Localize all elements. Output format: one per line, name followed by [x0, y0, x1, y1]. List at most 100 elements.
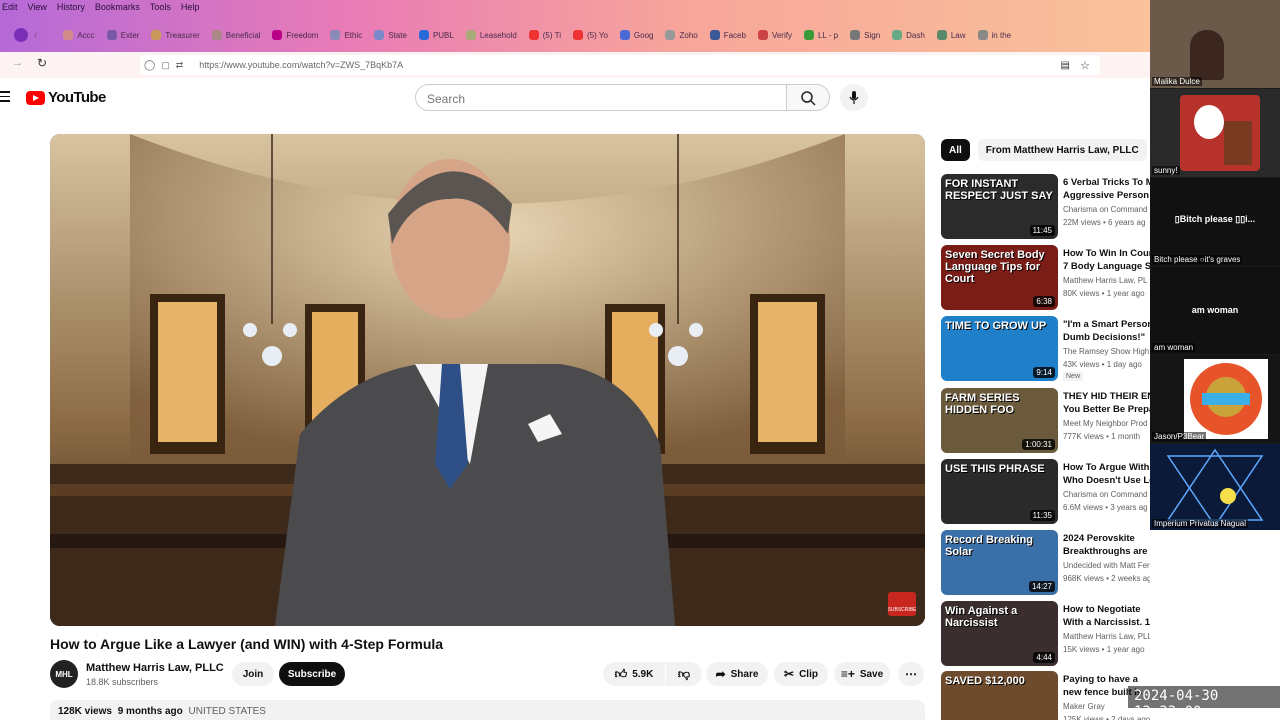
recommendation-thumbnail[interactable]: Win Against a Narcissist 4:44	[941, 601, 1058, 666]
shield-icon[interactable]: ◯	[144, 60, 155, 71]
participant-tile[interactable]: ▯Bitch please ▯▯i... Bitch please ○it's g…	[1150, 178, 1280, 266]
clip-button[interactable]: ✂ Clip	[774, 662, 828, 686]
menu-history[interactable]: History	[57, 0, 85, 14]
recommendation-item[interactable]: FOR INSTANT RESPECT JUST SAY 11:45 6 Verba…	[941, 174, 1156, 240]
address-bar[interactable]: ◯ ▢ ⇄ https://www.youtube.com/watch?v=ZW…	[140, 55, 1100, 75]
recommendation-meta: 15K views • 1 year ago	[1063, 645, 1145, 654]
browser-tab[interactable]: Dash	[886, 23, 931, 47]
subscribe-watermark[interactable]: SUBSCRIBE	[888, 607, 918, 613]
video-player[interactable]: SUBSCRIBE	[50, 134, 925, 626]
channel-avatar[interactable]: MHL	[50, 660, 78, 688]
recommendation-title[interactable]: 2024 Perovskite Breakthroughs are the Fu…	[1063, 532, 1156, 558]
recommendation-channel[interactable]: Charisma on Command	[1063, 490, 1156, 499]
recommendation-thumbnail[interactable]: SAVED $12,000	[941, 671, 1058, 720]
browser-tab[interactable]: Treasurer	[145, 23, 205, 47]
participant-name: Jason/P3Bear	[1152, 432, 1207, 441]
recommendation-title[interactable]: How To Win In Court 7 Body Language S	[1063, 247, 1156, 273]
browser-tab[interactable]: Exter	[101, 23, 146, 47]
browser-tab[interactable]: (5) Ti	[523, 23, 567, 47]
chip-all[interactable]: All	[941, 139, 970, 161]
menu-view[interactable]: View	[28, 0, 47, 14]
recommendation-item[interactable]: USE THIS PHRASE 11:35 How To Argue With Wh…	[941, 459, 1156, 525]
description-box[interactable]: 128K views 9 months ago UNITED STATES	[50, 700, 925, 720]
recommendation-item[interactable]: Record Breaking Solar 14:27 2024 Perovskit…	[941, 530, 1156, 596]
clip-label: Clip	[799, 668, 818, 680]
browser-tab[interactable]: Verify	[752, 23, 798, 47]
search-button[interactable]	[786, 84, 830, 111]
hamburger-menu-icon[interactable]	[0, 91, 10, 103]
recommendation-channel[interactable]: The Ramsey Show High	[1063, 347, 1156, 356]
browser-tab[interactable]: Accc	[57, 23, 100, 47]
browser-tab[interactable]: State	[368, 23, 413, 47]
recommendation-channel[interactable]: Matthew Harris Law, PLLC	[1063, 632, 1156, 641]
recommendation-thumbnail[interactable]: FOR INSTANT RESPECT JUST SAY 11:45	[941, 174, 1058, 239]
recommendation-channel[interactable]: Undecided with Matt Ferrell	[1063, 561, 1156, 570]
permissions-icon[interactable]: ⇄	[176, 60, 184, 71]
participant-tile[interactable]: am woman am woman	[1150, 267, 1280, 354]
thumbnail-caption: TIME TO GROW UP	[945, 320, 1047, 332]
bookmark-star-icon[interactable]: ☆	[1080, 59, 1090, 72]
forward-icon[interactable]: →	[12, 57, 23, 69]
menu-bookmarks[interactable]: Bookmarks	[95, 0, 140, 14]
browser-tab[interactable]: (5) Yo	[567, 23, 614, 47]
browser-tab[interactable]: Leasehold	[460, 23, 523, 47]
browser-tab[interactable]: Freedom	[266, 23, 324, 47]
browser-tab[interactable]: PUBL	[413, 23, 460, 47]
more-actions-button[interactable]: ⋯	[898, 662, 924, 686]
back-chevron-icon[interactable]: ‹	[34, 30, 37, 41]
browser-tab[interactable]: Faceb	[704, 23, 752, 47]
recommendation-item[interactable]: TIME TO GROW UP 9:14 "I'm a Smart Person D…	[941, 316, 1156, 382]
youtube-logo[interactable]: YouTube	[26, 89, 106, 106]
like-button[interactable]: 👍︎ 5.9K	[603, 662, 665, 686]
recommendation-thumbnail[interactable]: TIME TO GROW UP 9:14	[941, 316, 1058, 381]
recommendation-channel[interactable]: Meet My Neighbor Prod	[1063, 419, 1156, 428]
recommendation-item[interactable]: Win Against a Narcissist 4:44 How to Negot…	[941, 601, 1156, 667]
menu-help[interactable]: Help	[181, 0, 200, 14]
recommendation-title[interactable]: "I'm a Smart Person Dumb Decisions!"	[1063, 318, 1156, 344]
browser-tab[interactable]: Goog	[614, 23, 660, 47]
lock-icon[interactable]: ▢	[161, 60, 170, 71]
voice-search-button[interactable]	[840, 84, 868, 111]
recommendation-thumbnail[interactable]: USE THIS PHRASE 11:35	[941, 459, 1058, 524]
browser-tab[interactable]: in the	[972, 23, 1018, 47]
browser-tab[interactable]: LL - p	[798, 23, 844, 47]
country-tag[interactable]: UNITED STATES	[189, 706, 266, 717]
recommendation-thumbnail[interactable]: Record Breaking Solar 14:27	[941, 530, 1058, 595]
recommendation-title[interactable]: THEY HID THEIR EN You Better Be Prepa	[1063, 390, 1156, 416]
participant-tile[interactable]: Malika Dulce	[1150, 0, 1280, 88]
recommendation-item[interactable]: SAVED $12,000 Paying to have a new fence …	[941, 671, 1156, 720]
recommendation-item[interactable]: Seven Secret Body Language Tips for Cour…	[941, 245, 1156, 311]
chip-from-channel[interactable]: From Matthew Harris Law, PLLC	[977, 139, 1147, 161]
menu-edit[interactable]: Edit	[2, 0, 18, 14]
scissors-icon: ✂	[784, 667, 795, 681]
reader-view-icon[interactable]: ▤	[1061, 60, 1070, 71]
recommendation-item[interactable]: FARM SERIES HIDDEN FOO 1:00:31 THEY HID TH…	[941, 388, 1156, 454]
menu-tools[interactable]: Tools	[150, 0, 171, 14]
recommendation-title[interactable]: How to Negotiate With a Narcissist. 11 T…	[1063, 603, 1156, 629]
tab-label: Verify	[771, 30, 792, 40]
browser-tab[interactable]: Beneficial	[206, 23, 267, 47]
recommendation-thumbnail[interactable]: Seven Secret Body Language Tips for Cour…	[941, 245, 1058, 310]
recommendation-channel[interactable]: Matthew Harris Law, PL	[1063, 276, 1156, 285]
search-input[interactable]: Search	[415, 84, 787, 111]
browser-tab[interactable]: Zoho	[659, 23, 703, 47]
share-button[interactable]: ➦ Share	[706, 662, 768, 686]
participant-tile[interactable]: Jason/P3Bear	[1150, 355, 1280, 443]
url-text[interactable]: https://www.youtube.com/watch?v=ZWS_7BqK…	[199, 60, 403, 70]
dislike-button[interactable]: 👎︎	[666, 662, 702, 686]
browser-tab[interactable]: Ethic	[324, 23, 368, 47]
participant-tile[interactable]: sunny!	[1150, 89, 1280, 177]
reload-icon[interactable]: ↻	[37, 56, 47, 70]
video-duration: 4:44	[1033, 652, 1055, 663]
recommendation-title[interactable]: 6 Verbal Tricks To M Aggressive Person S	[1063, 176, 1156, 202]
recommendation-thumbnail[interactable]: FARM SERIES HIDDEN FOO 1:00:31	[941, 388, 1058, 453]
recommendation-title[interactable]: How To Argue With Who Doesn't Use Lo	[1063, 461, 1156, 487]
browser-tab[interactable]: Law	[931, 23, 972, 47]
subscribe-button[interactable]: Subscribe	[279, 662, 345, 686]
save-button[interactable]: ≡+ Save	[834, 662, 890, 686]
browser-tab[interactable]: Sign	[844, 23, 886, 47]
join-button[interactable]: Join	[232, 662, 274, 686]
recommendation-channel[interactable]: Charisma on Command	[1063, 205, 1156, 214]
participant-tile[interactable]: Imperium Privatus Nagual	[1150, 444, 1280, 530]
channel-name[interactable]: Matthew Harris Law, PLLC	[86, 662, 224, 674]
